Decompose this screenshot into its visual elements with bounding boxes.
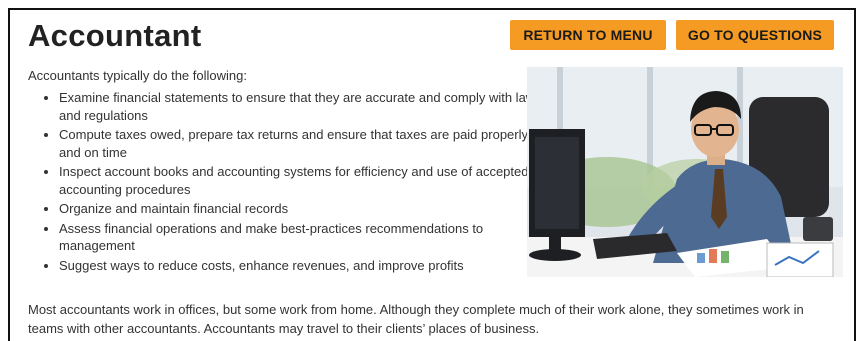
list-item: Organize and maintain financial records: [59, 200, 549, 218]
page-title: Accountant: [28, 18, 202, 53]
list-item: Examine financial statements to ensure t…: [59, 89, 549, 124]
page-frame: Accountant RETURN TO MENU GO TO QUESTION…: [8, 8, 856, 341]
duties-list: Examine financial statements to ensure t…: [28, 89, 549, 276]
list-item: Assess financial operations and make bes…: [59, 220, 549, 255]
outro-text: Most accountants work in offices, but so…: [28, 302, 804, 336]
list-item: Inspect account books and accounting sys…: [59, 163, 549, 198]
list-item: Suggest ways to reduce costs, enhance re…: [59, 257, 549, 275]
return-to-menu-button[interactable]: RETURN TO MENU: [510, 20, 666, 50]
list-item: Compute taxes owed, prepare tax returns …: [59, 126, 549, 161]
intro-text: Accountants typically do the following:: [28, 68, 247, 83]
accountant-photo: [527, 67, 843, 277]
go-to-questions-button[interactable]: GO TO QUESTIONS: [676, 20, 834, 50]
